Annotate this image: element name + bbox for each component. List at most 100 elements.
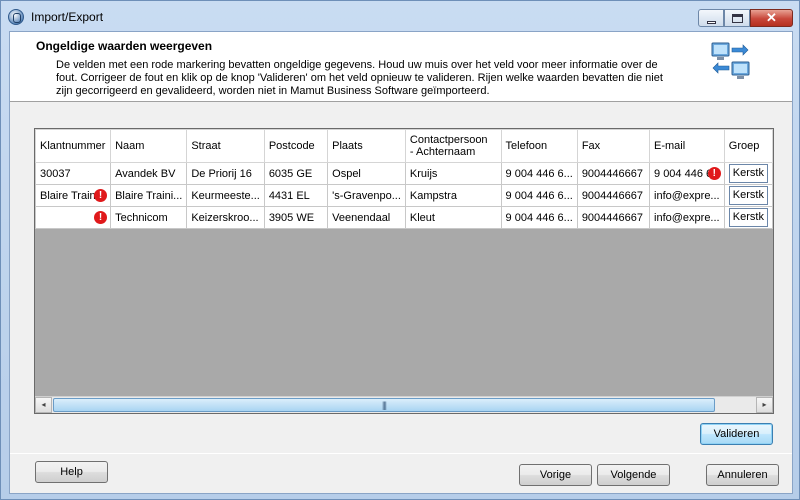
grid-cell-postcode[interactable]: 3905 WE bbox=[263, 206, 329, 229]
column-header[interactable]: Naam bbox=[110, 129, 188, 163]
grid-cell-telefoon[interactable]: 9 004 446 6... bbox=[500, 206, 578, 229]
minimize-button[interactable] bbox=[698, 9, 724, 27]
grid-viewport: Klantnummer Naam Straat Postcode Plaats Conta… bbox=[35, 129, 773, 397]
horizontal-scrollbar[interactable]: ◂ ||| ▸ bbox=[35, 396, 773, 413]
grid-cell-telefoon[interactable]: 9 004 446 6... bbox=[500, 162, 578, 185]
footer-separator bbox=[10, 453, 792, 454]
cell-value: info@expre... bbox=[654, 189, 720, 202]
invalid-values-table: Klantnummer Naam Straat Postcode Plaats Conta… bbox=[35, 129, 773, 229]
column-header[interactable]: Fax bbox=[576, 129, 651, 163]
grid-cell-klantnummer[interactable]: ! bbox=[35, 206, 112, 229]
group-cell-editor[interactable]: Kerstk bbox=[728, 186, 768, 205]
grid-cell-postcode[interactable]: 4431 EL bbox=[263, 184, 329, 207]
grid-cell-klantnummer[interactable]: 30037 bbox=[35, 162, 112, 185]
grid-cell-groep[interactable]: Kerstk bbox=[723, 162, 773, 185]
table-row[interactable]: Blaire Traini! Blaire Traini... Keurmeeste… bbox=[35, 184, 773, 207]
column-header[interactable]: Plaats bbox=[327, 129, 406, 163]
cell-value: 9 004 446 6... bbox=[505, 167, 573, 180]
validate-button[interactable]: Valideren bbox=[700, 423, 773, 445]
cell-value: Kleut bbox=[409, 211, 435, 224]
grid-cell-plaats[interactable]: 's-Gravenpo... bbox=[327, 184, 406, 207]
error-icon[interactable]: ! bbox=[707, 167, 721, 180]
scroll-left-icon: ◂ bbox=[41, 400, 46, 409]
column-header[interactable]: Klantnummer bbox=[35, 129, 112, 163]
scrollbar-thumb[interactable]: ||| bbox=[53, 398, 715, 412]
cell-value: 9004446667 bbox=[581, 167, 643, 180]
page-title: Ongeldige waarden weergeven bbox=[36, 39, 213, 53]
column-header-label: - Achternaam bbox=[409, 146, 476, 158]
group-cell-editor[interactable]: Kerstk bbox=[728, 164, 768, 183]
invalid-values-grid[interactable]: Klantnummer Naam Straat Postcode Plaats Conta… bbox=[34, 128, 774, 414]
cell-value: 9 004 446 6... bbox=[505, 189, 573, 202]
grid-cell-plaats[interactable]: Veenendaal bbox=[327, 206, 406, 229]
grid-cell-naam[interactable]: Technicom bbox=[110, 206, 188, 229]
cell-value: Kampstra bbox=[409, 189, 457, 202]
column-header[interactable]: Straat bbox=[186, 129, 265, 163]
column-header[interactable]: Telefoon bbox=[500, 129, 578, 163]
grid-cell-contact[interactable]: Kruijs bbox=[404, 162, 502, 185]
grid-cell-groep[interactable]: Kerstk bbox=[723, 184, 773, 207]
grid-cell-naam[interactable]: Avandek BV bbox=[110, 162, 188, 185]
title-bar[interactable]: Import/Export ✕ bbox=[1, 1, 799, 31]
grid-cell-email[interactable]: info@expre... bbox=[649, 184, 725, 207]
maximize-icon bbox=[732, 14, 743, 23]
grid-cell-straat[interactable]: Keurmeeste... bbox=[186, 184, 265, 207]
grid-header-row: Klantnummer Naam Straat Postcode Plaats Conta… bbox=[35, 129, 773, 163]
column-header[interactable]: E-mail bbox=[649, 129, 725, 163]
grid-cell-fax[interactable]: 9004446667 bbox=[576, 184, 651, 207]
error-icon[interactable]: ! bbox=[94, 189, 108, 202]
column-header[interactable]: Contactpersoon - Achternaam bbox=[404, 129, 502, 163]
cancel-button[interactable]: Annuleren bbox=[706, 464, 779, 486]
grid-cell-straat[interactable]: Keizerskroo... bbox=[186, 206, 265, 229]
help-button[interactable]: Help bbox=[35, 461, 108, 483]
error-icon[interactable]: ! bbox=[94, 211, 108, 224]
grid-cell-postcode[interactable]: 6035 GE bbox=[263, 162, 329, 185]
next-button[interactable]: Volgende bbox=[597, 464, 670, 486]
cell-value: De Priorij 16 bbox=[191, 167, 252, 180]
cell-value: Technicom bbox=[115, 211, 168, 224]
close-icon: ✕ bbox=[766, 10, 777, 25]
cell-value: Kruijs bbox=[409, 167, 438, 180]
grid-cell-telefoon[interactable]: 9 004 446 6... bbox=[500, 184, 578, 207]
grid-cell-contact[interactable]: Kleut bbox=[404, 206, 502, 229]
cell-value: 9 004 446 6 bbox=[654, 167, 713, 180]
cell-value: Avandek BV bbox=[115, 167, 176, 180]
scroll-left-button[interactable]: ◂ bbox=[35, 397, 52, 413]
column-header[interactable]: Postcode bbox=[263, 129, 329, 163]
grid-cell-fax[interactable]: 9004446667 bbox=[576, 206, 651, 229]
cell-value: 9 004 446 6... bbox=[505, 211, 573, 224]
grid-cell-fax[interactable]: 9004446667 bbox=[576, 162, 651, 185]
column-header-label: Plaats bbox=[332, 140, 363, 152]
grid-cell-plaats[interactable]: Ospel bbox=[327, 162, 406, 185]
column-header-label: Klantnummer bbox=[40, 140, 106, 152]
table-row[interactable]: 30037 Avandek BV De Priorij 16 6035 GE Ospel… bbox=[35, 162, 773, 185]
previous-button[interactable]: Vorige bbox=[519, 464, 592, 486]
window-title: Import/Export bbox=[31, 10, 104, 24]
grid-cell-email[interactable]: 9 004 446 6! bbox=[649, 162, 725, 185]
grid-cell-straat[interactable]: De Priorij 16 bbox=[186, 162, 265, 185]
close-button[interactable]: ✕ bbox=[750, 9, 793, 27]
grid-cell-groep[interactable]: Kerstk bbox=[723, 206, 773, 229]
grid-cell-email[interactable]: info@expre... bbox=[649, 206, 725, 229]
column-header-label: Straat bbox=[191, 140, 221, 152]
cell-value: 's-Gravenpo... bbox=[332, 189, 401, 202]
cell-value: 30037 bbox=[40, 167, 71, 180]
cell-value: info@expre... bbox=[654, 211, 720, 224]
grid-cell-contact[interactable]: Kampstra bbox=[404, 184, 502, 207]
group-cell-editor[interactable]: Kerstk bbox=[728, 208, 768, 227]
table-row[interactable]: ! Technicom Keizerskroo... 3905 WE Veenendaa… bbox=[35, 206, 773, 229]
grid-cell-klantnummer[interactable]: Blaire Traini! bbox=[35, 184, 112, 207]
grid-cell-naam[interactable]: Blaire Traini... bbox=[110, 184, 188, 207]
column-header-label: Groep bbox=[728, 140, 760, 152]
maximize-button[interactable] bbox=[724, 9, 750, 27]
column-header[interactable]: Groep bbox=[723, 129, 773, 163]
cell-value: 9004446667 bbox=[581, 189, 643, 202]
wizard-client-area: Ongeldige waarden weergeven De velden me… bbox=[9, 31, 793, 494]
mamut-app-icon[interactable] bbox=[8, 9, 24, 25]
page-description: De velden met een rode markering bevatte… bbox=[56, 59, 663, 97]
cell-value: Blaire Traini... bbox=[115, 189, 183, 202]
cell-value: 3905 WE bbox=[268, 211, 315, 224]
scroll-right-button[interactable]: ▸ bbox=[756, 397, 773, 413]
column-header-label: E-mail bbox=[654, 140, 686, 152]
column-header-label: Naam bbox=[115, 140, 145, 152]
